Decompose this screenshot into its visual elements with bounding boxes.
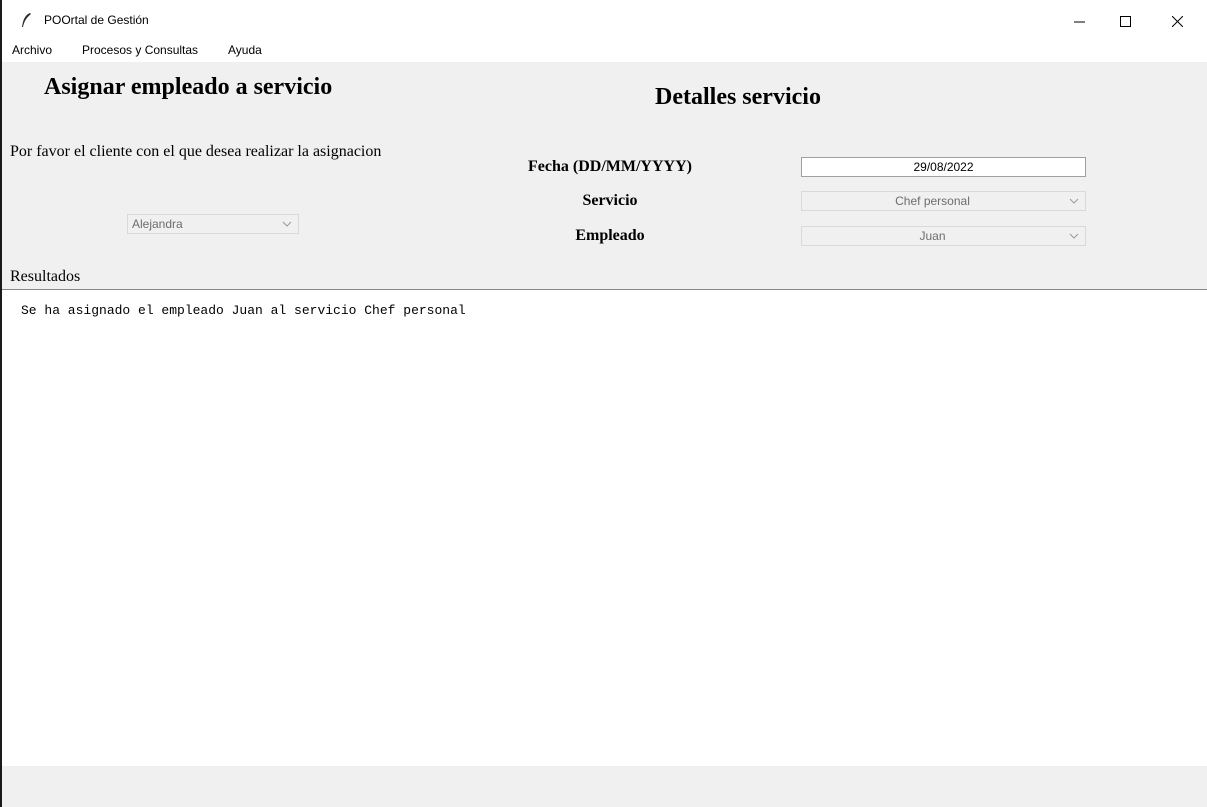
results-text: Se ha asignado el empleado Juan al servi… [21,303,466,318]
results-textarea[interactable]: Se ha asignado el empleado Juan al servi… [2,289,1207,767]
employee-label: Empleado [575,227,645,244]
service-details-heading: Detalles servicio [655,84,821,110]
feather-app-icon [22,13,31,27]
service-combobox-value: Chef personal [895,194,970,208]
service-combobox[interactable]: Chef personal [801,191,1086,211]
chevron-down-icon[interactable] [282,218,292,230]
menu-bar: Archivo Procesos y Consultas Ayuda [2,42,1207,62]
client-prompt: Por favor el cliente con el que desea re… [10,143,382,160]
employee-combobox[interactable]: Juan [801,226,1086,246]
minimize-button[interactable] [1056,0,1102,42]
maximize-button[interactable] [1102,0,1148,42]
client-combobox[interactable]: Alejandra [127,214,299,234]
chevron-down-icon[interactable] [1069,230,1079,242]
close-icon [1171,15,1183,27]
menu-procesos-y-consultas[interactable]: Procesos y Consultas [82,43,198,57]
maximize-icon [1119,15,1131,27]
assign-heading: Asignar empleado a servicio [44,74,333,100]
results-label: Resultados [10,268,81,285]
minimize-icon [1073,21,1085,22]
client-combobox-value: Alejandra [132,217,183,231]
bottom-panel [2,766,1207,807]
close-button[interactable] [1154,0,1200,42]
date-field[interactable]: 29/08/2022 [801,157,1086,177]
date-label: Fecha (DD/MM/YYYY) [528,158,692,175]
menu-archivo[interactable]: Archivo [12,43,52,57]
menu-ayuda[interactable]: Ayuda [228,43,262,57]
chevron-down-icon[interactable] [1069,195,1079,207]
title-bar[interactable]: POOrtal de Gestión [2,0,1207,42]
window-title: POOrtal de Gestión [44,13,149,27]
employee-combobox-value: Juan [919,229,946,243]
service-label: Servicio [582,192,638,209]
